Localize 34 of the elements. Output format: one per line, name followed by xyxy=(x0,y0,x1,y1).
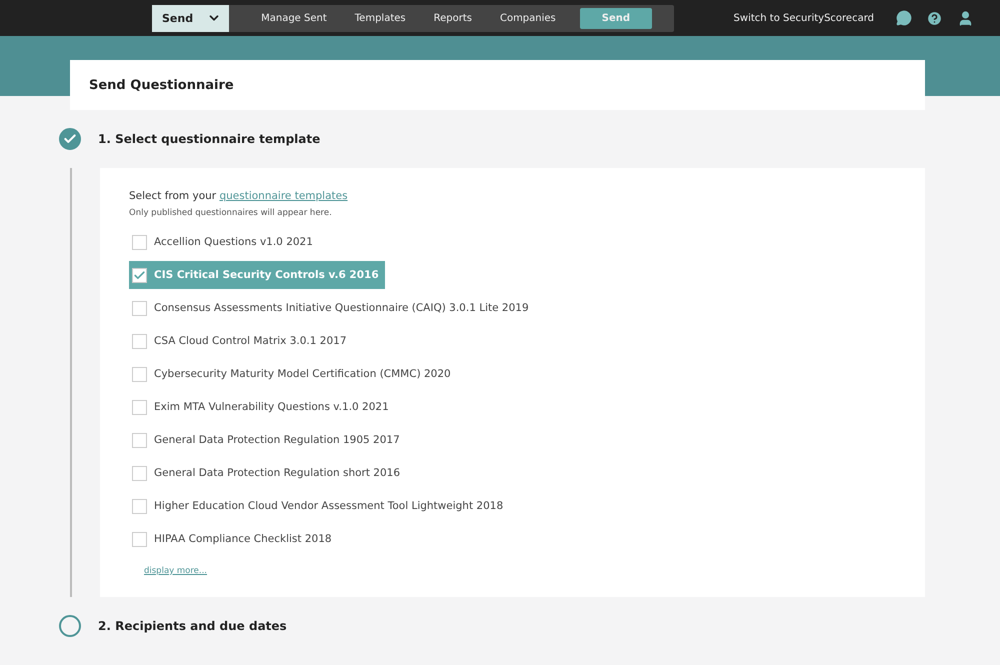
checkbox[interactable] xyxy=(132,466,147,480)
help-icon[interactable] xyxy=(926,10,943,26)
checkbox[interactable] xyxy=(132,400,147,414)
template-option[interactable]: CSA Cloud Control Matrix 3.0.1 2017 xyxy=(129,327,897,355)
template-option[interactable]: Higher Education Cloud Vendor Assessment Tool Lightweight 2018 xyxy=(129,492,897,520)
template-option[interactable]: Consensus Assessments Initiative Questionnaire (CAIQ) 3.0.1 Lite 2019 xyxy=(129,294,897,322)
nav-tab[interactable]: Manage Sent xyxy=(251,8,337,28)
checkbox[interactable] xyxy=(132,432,147,448)
template-option[interactable]: HIPAA Compliance Checklist 2018 xyxy=(129,525,897,553)
switch-link[interactable]: Switch to SecurityScorecard xyxy=(734,12,874,24)
step-title: 2. Recipients and due dates xyxy=(98,619,287,633)
step-title: 1. Select questionnaire template xyxy=(98,132,320,146)
intro-text: Select from your questionnaire templates xyxy=(129,190,349,202)
checkbox[interactable] xyxy=(132,300,147,316)
chat-icon[interactable] xyxy=(896,10,912,26)
template-option[interactable]: General Data Protection Regulation 1905 2017 xyxy=(129,426,897,454)
nav-tab[interactable]: Templates xyxy=(344,8,416,28)
template-option[interactable]: Cybersecurity Maturity Model Certification (CMMC) 2020 xyxy=(129,360,897,388)
nav-tab[interactable]: Companies xyxy=(490,8,566,28)
checkbox[interactable] xyxy=(132,532,147,546)
checkbox[interactable] xyxy=(132,498,147,514)
nav-tab[interactable]: Reports xyxy=(424,8,482,28)
hint-text: Only published questionnaires will appear here. xyxy=(129,208,333,218)
checkbox[interactable] xyxy=(132,334,147,348)
template-option[interactable]: Exim MTA Vulnerability Questions v.1.0 2021 xyxy=(129,393,897,421)
send-dropdown[interactable]: Send xyxy=(152,4,230,32)
display-more-link[interactable]: display more... xyxy=(144,566,208,576)
checkbox[interactable] xyxy=(132,234,147,250)
template-option[interactable]: Accellion Questions v1.0 2021 xyxy=(129,228,897,256)
user-icon[interactable] xyxy=(957,10,974,26)
template-option[interactable]: General Data Protection Regulation short 2016 xyxy=(129,459,897,487)
checkbox[interactable] xyxy=(132,366,147,382)
page-title: Send Questionnaire xyxy=(89,78,234,92)
checkbox[interactable] xyxy=(132,268,147,282)
